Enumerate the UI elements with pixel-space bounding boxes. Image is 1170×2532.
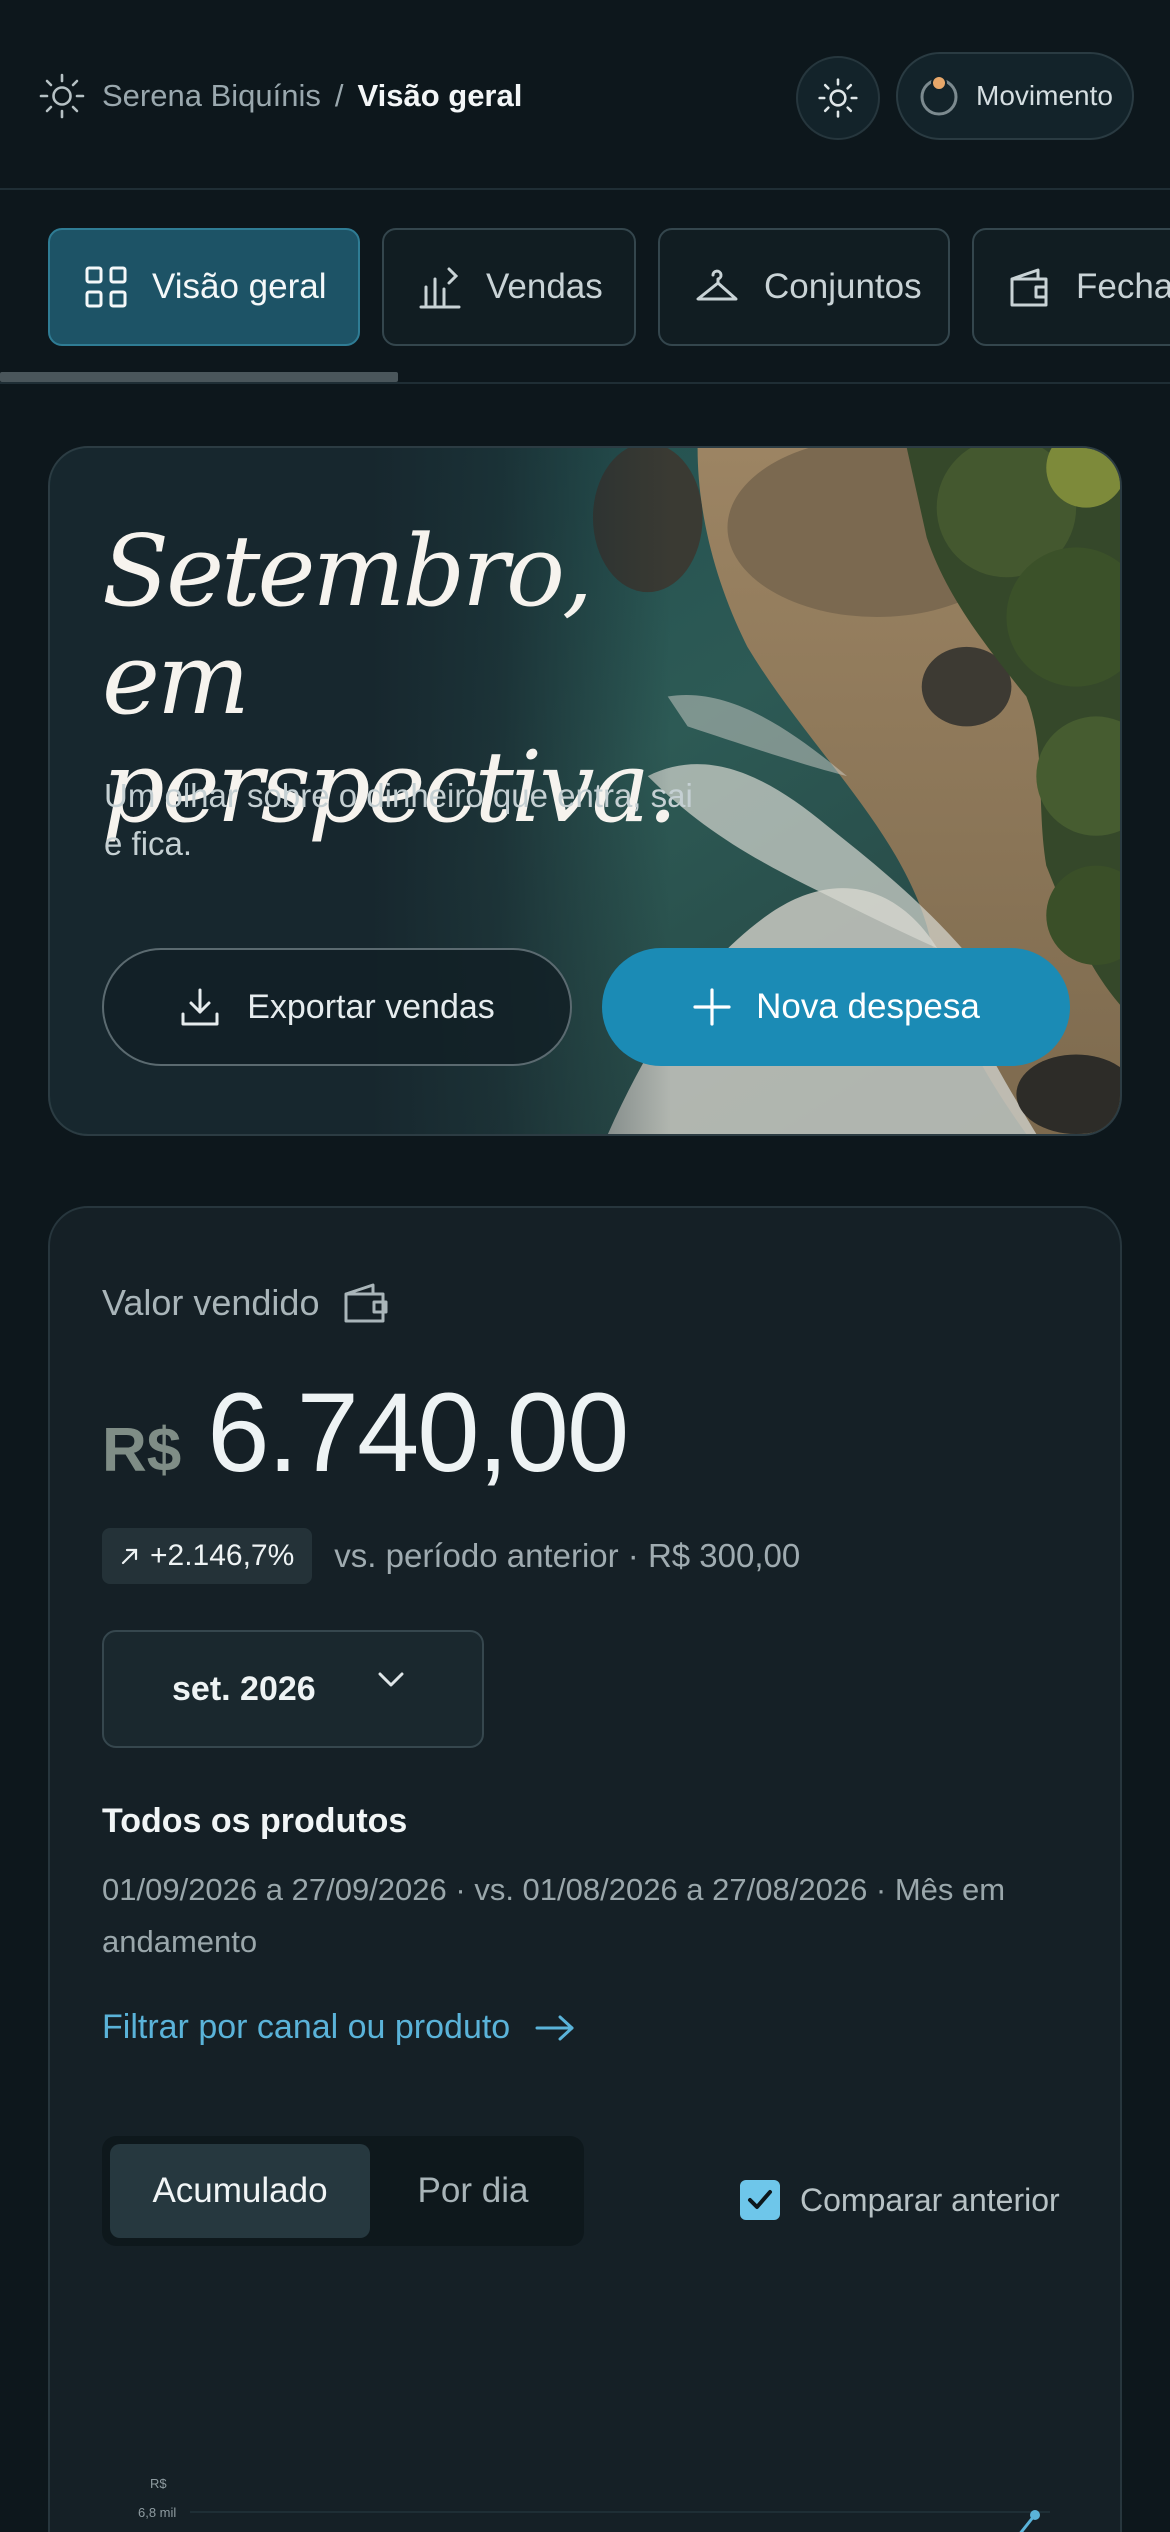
comparison-text: vs. período anterior · R$ 300,00 <box>334 1537 801 1574</box>
breadcrumb: Serena Biquínis / Visão geral <box>102 76 522 116</box>
tab-label: Conjuntos <box>764 267 922 306</box>
new-expense-label: Nova despesa <box>756 987 980 1026</box>
chart-mode-toggle: Acumulado Por dia <box>102 2136 584 2246</box>
compare-previous-toggle[interactable]: Comparar anterior <box>740 2180 1060 2220</box>
sun-icon <box>818 78 858 118</box>
tab-overview[interactable]: Visão geral <box>48 228 360 346</box>
sales-label-row: Valor vendido <box>102 1282 389 1324</box>
tab-label: Vendas <box>486 267 603 306</box>
growth-value: +2.146,7% <box>150 1539 295 1572</box>
download-icon <box>181 988 219 1026</box>
grid-icon <box>85 266 127 308</box>
tab-sales[interactable]: Vendas <box>382 228 636 346</box>
wallet-icon <box>344 1283 388 1323</box>
movement-label: Movimento <box>976 80 1113 111</box>
arrow-up-right-icon <box>121 1548 138 1565</box>
app-screen: Serena Biquínis / Visão geral Movimento <box>0 0 1170 2532</box>
sales-amount: R$ 6.740,00 <box>102 1368 629 1497</box>
section-tabs: Visão geral Vendas Conjuntos Fecha <box>0 192 1170 384</box>
sales-chart: R$ 6,8 mil <box>138 2476 1050 2532</box>
series-point <box>1030 2510 1040 2520</box>
y-axis-unit: R$ <box>150 2476 167 2491</box>
comparison-row: +2.146,7% vs. período anterior · R$ 300,… <box>102 1528 800 1584</box>
sales-label: Valor vendido <box>102 1282 320 1323</box>
tabs-scroll-indicator[interactable] <box>0 372 398 382</box>
compare-label: Comparar anterior <box>800 2181 1060 2218</box>
growth-badge: +2.146,7% <box>102 1528 313 1584</box>
movement-button[interactable]: Movimento <box>896 52 1134 140</box>
tab-closing[interactable]: Fecha <box>972 228 1170 346</box>
hero-subtitle: Um olhar sobre o dinheiro que entra, sai… <box>104 777 693 862</box>
series-line <box>1019 2515 1036 2532</box>
filter-link[interactable]: Filtrar por canal ou produto <box>102 2008 576 2047</box>
top-bar: Serena Biquínis / Visão geral Movimento <box>0 0 1170 190</box>
sales-value-card: Valor vendido R$ 6.740,00 +2.146,7% vs. … <box>48 1206 1122 2532</box>
mode-daily[interactable]: Por dia <box>370 2144 576 2238</box>
period-value: set. 2026 <box>172 1669 316 1708</box>
breadcrumb-separator: / <box>334 78 344 113</box>
bar-chart-icon <box>419 267 461 309</box>
sun-logo-icon <box>39 73 85 119</box>
y-tick-label: 6,8 mil <box>138 2505 176 2520</box>
hanger-icon <box>696 269 738 301</box>
tab-label: Visão geral <box>152 267 327 306</box>
plus-icon <box>693 988 731 1026</box>
hero-card: Setembro, em perspectiva. Um olhar sobre… <box>48 446 1122 1136</box>
products-title: Todos os produtos <box>102 1802 408 1840</box>
new-expense-button[interactable]: Nova despesa <box>602 948 1070 1066</box>
chevron-down-icon <box>378 1672 404 1687</box>
breadcrumb-current: Visão geral <box>357 78 523 113</box>
export-sales-button[interactable]: Exportar vendas <box>102 948 572 1066</box>
sales-value: 6.740,00 <box>207 1370 629 1495</box>
breadcrumb-store[interactable]: Serena Biquínis <box>102 76 321 116</box>
theme-toggle-button[interactable] <box>796 56 880 140</box>
tab-label: Fecha <box>1076 267 1170 306</box>
wallet-icon <box>1010 268 1048 307</box>
date-range-text: 01/09/2026 a 27/09/2026 · vs. 01/08/2026… <box>102 1872 1006 1959</box>
filter-link-label: Filtrar por canal ou produto <box>102 2008 511 2046</box>
period-select[interactable]: set. 2026 <box>102 1630 484 1748</box>
currency-symbol: R$ <box>102 1416 182 1485</box>
status-ring-icon <box>920 75 958 116</box>
export-sales-label: Exportar vendas <box>247 987 495 1026</box>
compare-checkbox[interactable] <box>740 2180 780 2220</box>
tab-sets[interactable]: Conjuntos <box>658 228 950 346</box>
arrow-right-icon <box>535 2015 574 2040</box>
checkmark-icon <box>748 2190 772 2209</box>
mode-cumulative[interactable]: Acumulado <box>110 2144 370 2238</box>
